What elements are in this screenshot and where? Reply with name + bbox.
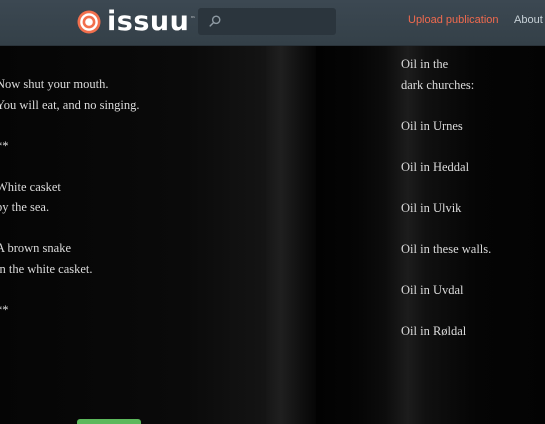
- search-box[interactable]: [198, 8, 336, 35]
- issuu-logo[interactable]: issuu ™: [77, 8, 195, 36]
- poem-line: Oil in the: [401, 57, 449, 71]
- stanza-gap: [401, 136, 491, 157]
- upload-publication-link[interactable]: Upload publication: [408, 14, 499, 26]
- poem-line: Oil in Heddal: [401, 159, 470, 174]
- poem-line: Oil in Ulvik: [401, 200, 462, 215]
- app-window: issuu ™ Upload publication About Now shu…: [0, 0, 545, 424]
- poem-line: dark churches:: [401, 77, 475, 92]
- logo-wordmark: issuu: [107, 6, 190, 37]
- poem-line: Oil in these walls.: [401, 241, 492, 256]
- about-link[interactable]: About: [514, 14, 543, 26]
- top-header: issuu ™ Upload publication About: [0, 0, 545, 46]
- poem-line: A brown snake: [0, 241, 71, 255]
- poem-line: White casket: [0, 179, 61, 194]
- stanza-gap: [401, 218, 491, 239]
- stanza-gap: [401, 177, 491, 198]
- publication-reader[interactable]: Now shut your mouth. You will eat, and n…: [0, 46, 545, 424]
- stanza-gap: [0, 115, 140, 136]
- stanza-gap: [401, 95, 491, 116]
- left-page-text: Now shut your mouth. You will eat, and n…: [0, 74, 140, 320]
- poem-line: Oil in Urnes: [401, 118, 463, 133]
- poem-separator: **: [0, 138, 9, 153]
- search-icon: [209, 15, 221, 27]
- poem-line: by the sea.: [0, 200, 50, 214]
- poem-line: Now shut your mouth.: [0, 77, 109, 91]
- page-spine: [266, 46, 316, 424]
- poem-line: You will eat, and no singing.: [0, 97, 140, 112]
- issuu-logo-icon: [77, 10, 101, 34]
- stanza-gap: [401, 259, 491, 280]
- green-action-button[interactable]: [77, 419, 141, 424]
- right-page-text: Oil in the dark churches: Oil in Urnes O…: [401, 54, 491, 341]
- poem-line: in the white casket.: [0, 261, 93, 276]
- poem-separator: **: [0, 302, 9, 317]
- poem-line: Oil in Uvdal: [401, 282, 464, 297]
- poem-line: Oil in Røldal: [401, 323, 467, 338]
- stanza-gap: [0, 218, 140, 239]
- stanza-gap: [401, 300, 491, 321]
- search-input[interactable]: [226, 8, 330, 35]
- stanza-gap: [0, 156, 140, 177]
- stanza-gap: [0, 279, 140, 300]
- logo-trademark: ™: [190, 16, 196, 22]
